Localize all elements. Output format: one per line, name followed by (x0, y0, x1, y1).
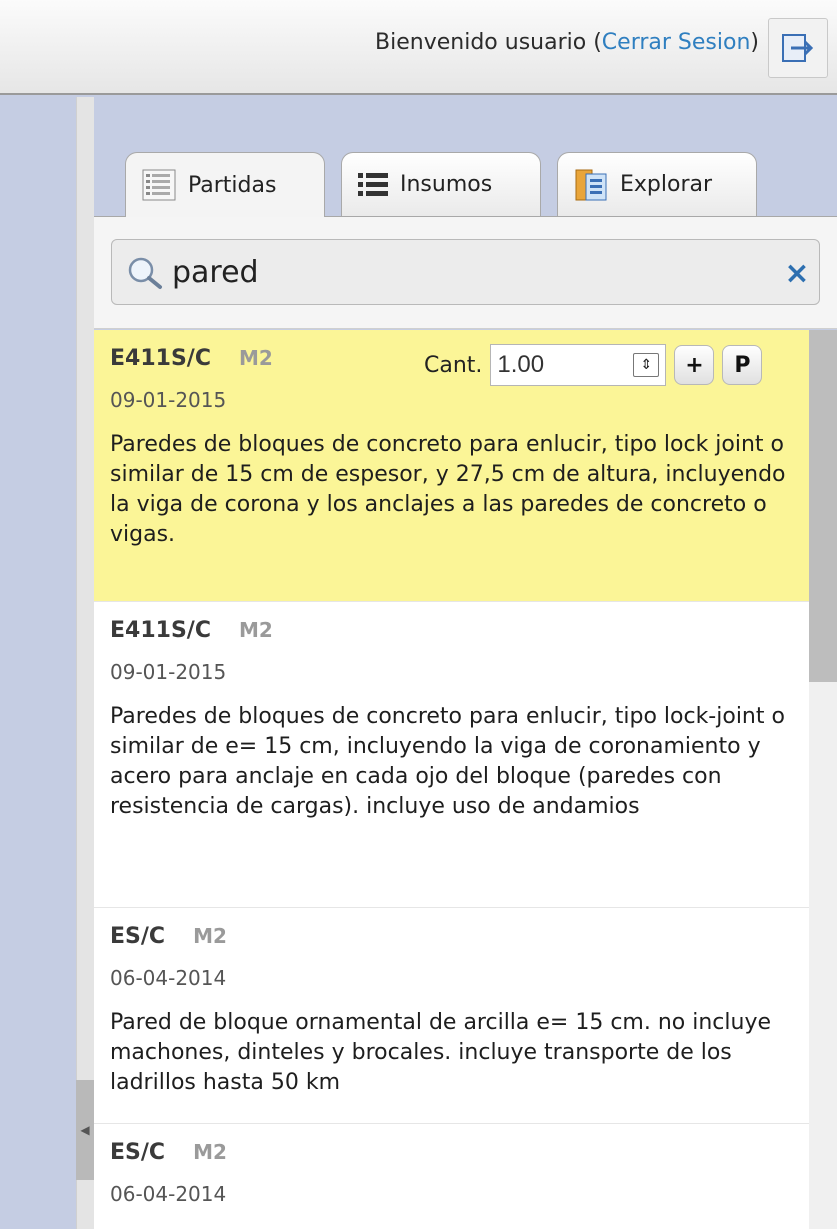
list-item[interactable]: ES/C M2 06-04-2014 (94, 1124, 809, 1229)
bullet-list-icon (358, 172, 388, 196)
item-date: 09-01-2015 (110, 388, 227, 412)
clear-search-button[interactable]: × (780, 254, 814, 292)
cant-label: Cant. (424, 352, 483, 378)
explorer-icon (575, 169, 607, 200)
item-description: Paredes de bloques de concreto para enlu… (110, 704, 785, 819)
welcome-close: ) (750, 30, 759, 55)
panel-divider[interactable] (76, 97, 94, 1229)
tab-explorar[interactable]: Explorar (557, 152, 757, 216)
tab-partidas[interactable]: Partidas (125, 152, 325, 217)
item-unit: M2 (193, 924, 227, 948)
item-description: Pared de bloque ornamental de arcilla e=… (110, 1010, 772, 1095)
chevron-left-icon: ◀ (80, 1123, 90, 1137)
item-unit: M2 (238, 618, 273, 642)
left-panel (0, 97, 76, 1229)
quantity-controls: Cant. ⇕ + P (424, 344, 763, 386)
search-box: × (111, 239, 820, 305)
tab-explorar-label: Explorar (620, 172, 713, 197)
search-input[interactable] (172, 248, 732, 296)
quantity-input[interactable] (491, 346, 612, 384)
top-header: Bienvenido usuario (Cerrar Sesion) (0, 0, 837, 95)
stepper-icon[interactable]: ⇕ (633, 353, 660, 377)
scrollbar-thumb[interactable] (809, 330, 837, 682)
logout-link[interactable]: Cerrar Sesion (602, 30, 751, 55)
list-item[interactable]: E411S/C M2 Cant. ⇕ + P 09-01-2015 Parede… (94, 330, 809, 602)
item-date: 09-01-2015 (110, 660, 227, 684)
collapse-handle[interactable]: ◀ (76, 1080, 94, 1180)
item-code: E411S/C (110, 618, 211, 643)
welcome-message: Bienvenido usuario (Cerrar Sesion) (375, 30, 759, 55)
tab-insumos-label: Insumos (400, 172, 493, 197)
item-code: E411S/C (110, 346, 211, 371)
tab-partidas-label: Partidas (188, 172, 277, 198)
search-icon (128, 257, 162, 289)
list-item[interactable]: E411S/C M2 09-01-2015 Paredes de bloques… (94, 602, 809, 908)
item-unit: M2 (193, 1140, 227, 1164)
close-icon: × (784, 255, 810, 291)
tab-insumos[interactable]: Insumos (341, 152, 541, 216)
search-area: × (94, 217, 837, 329)
welcome-text: Bienvenido usuario ( (375, 30, 602, 55)
exit-button[interactable] (768, 18, 828, 78)
item-date: 06-04-2014 (110, 966, 227, 990)
item-date: 06-04-2014 (110, 1182, 227, 1206)
item-description: Paredes de bloques de concreto para enlu… (110, 432, 786, 547)
list-item[interactable]: ES/C M2 06-04-2014 Pared de bloque ornam… (94, 908, 809, 1124)
item-code: ES/C (110, 924, 166, 949)
tab-bar: Partidas Insumos Explorar (94, 97, 837, 217)
exit-icon (782, 34, 814, 62)
quantity-field: ⇕ (490, 344, 667, 386)
item-code: ES/C (110, 1140, 166, 1165)
p-button[interactable]: P (722, 345, 763, 385)
item-unit: M2 (238, 346, 273, 370)
results-list: E411S/C M2 Cant. ⇕ + P 09-01-2015 Parede… (94, 330, 809, 1229)
add-button[interactable]: + (674, 345, 715, 385)
document-list-icon (142, 169, 176, 201)
